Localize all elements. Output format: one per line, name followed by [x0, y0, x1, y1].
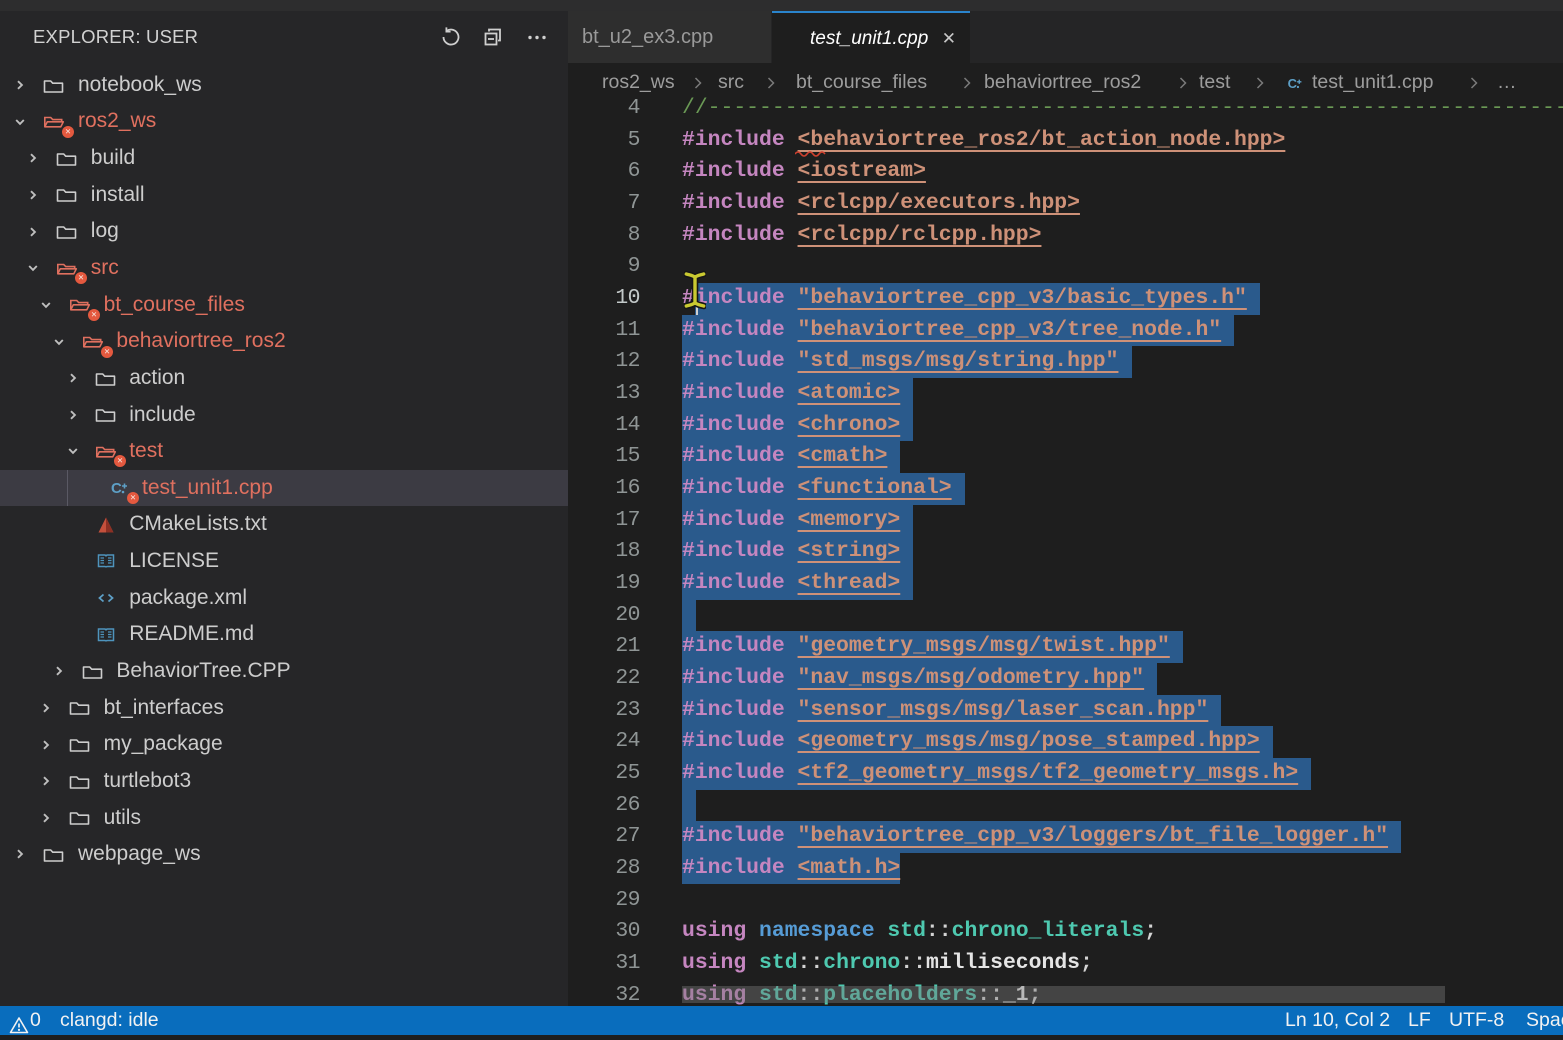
svg-text:C: C [1287, 75, 1296, 90]
svg-text:C: C [111, 480, 122, 497]
